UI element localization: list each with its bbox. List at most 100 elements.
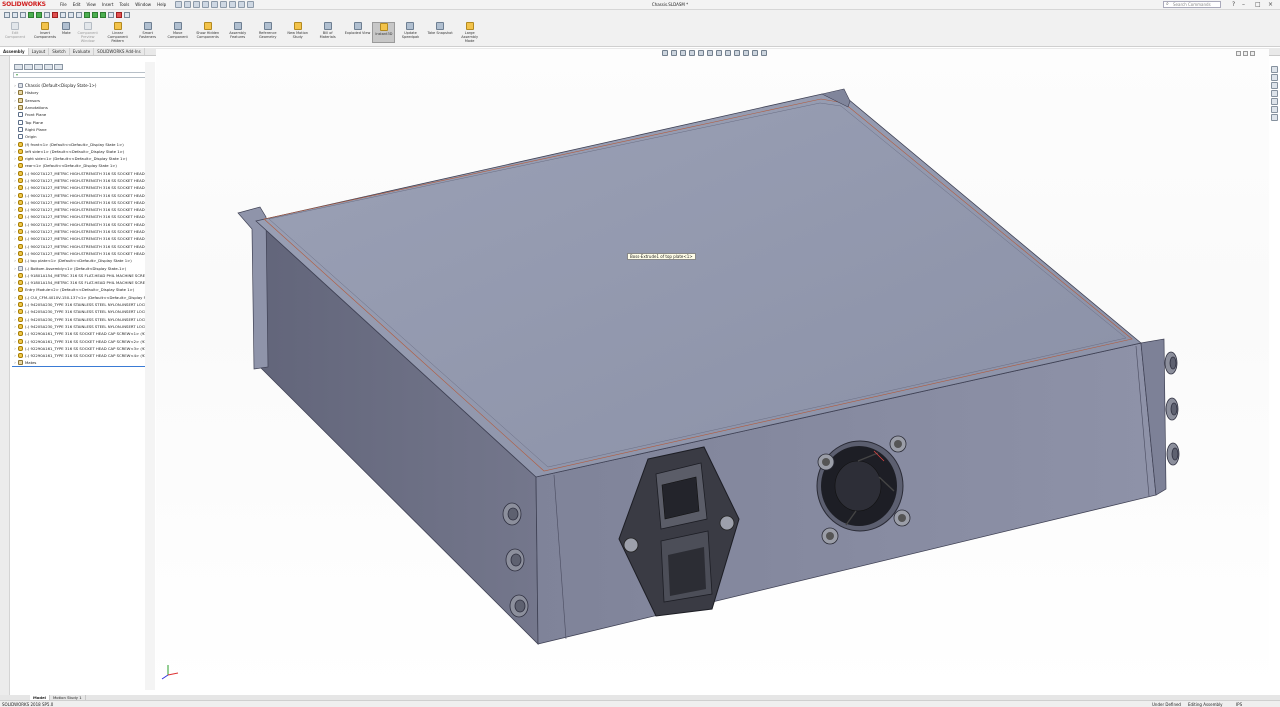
view-settings-icon[interactable] (752, 50, 758, 56)
dynamic-annotation-icon[interactable] (698, 50, 704, 56)
tree-item[interactable]: › (-) 90027A127_METRIC HIGH-STRENGTH 316 … (12, 235, 154, 242)
tree-item[interactable]: › (-) 90027A127_METRIC HIGH-STRENGTH 316 … (12, 243, 154, 250)
design-library-icon[interactable] (1271, 74, 1278, 81)
maximize-icon[interactable]: □ (1255, 1, 1261, 8)
tab-evaluate[interactable]: Evaluate (70, 48, 95, 55)
tool-icon[interactable] (92, 12, 98, 18)
appearances-icon[interactable] (1271, 98, 1278, 105)
edit-appearance-icon[interactable] (734, 50, 740, 56)
tree-item[interactable]: › right side<1> (Default<<Default>_Displa… (12, 155, 154, 162)
graphics-area[interactable] (156, 49, 1269, 695)
new-motion-study-button[interactable]: New Motion Study (283, 22, 313, 43)
tree-item[interactable]: › (-) 90027A127_METRIC HIGH-STRENGTH 316 … (12, 221, 154, 228)
hide-show-items-icon[interactable] (725, 50, 731, 56)
tree-item[interactable]: › (-) 91801A154_METRIC 316 SS FLAT-HEAD P… (12, 272, 154, 279)
tree-item[interactable]: › (-) CUI_CFM-4010V-150-137<1> (Default<<… (12, 294, 154, 301)
tree-item[interactable]: › History (12, 89, 154, 96)
save-icon[interactable] (202, 1, 209, 8)
solidworks-forum-icon[interactable] (1271, 114, 1278, 121)
menu-item-help[interactable]: Help (157, 2, 166, 7)
new-document-icon[interactable] (184, 1, 191, 8)
tree-item[interactable]: › Sensors (12, 97, 154, 104)
tree-item[interactable]: › (-) 94205A230_TYPE 316 STAINLESS STEEL … (12, 316, 154, 323)
property-manager-tab-icon[interactable] (24, 64, 33, 70)
view-orientation-icon[interactable] (707, 50, 713, 56)
configuration-manager-tab-icon[interactable] (34, 64, 43, 70)
tool-icon[interactable] (20, 12, 26, 18)
tab-assembly[interactable]: Assembly (0, 48, 29, 55)
tool-icon[interactable] (12, 12, 18, 18)
tool-icon[interactable] (84, 12, 90, 18)
rebuild-icon[interactable] (238, 1, 245, 8)
exploded-view-button[interactable]: Exploded View (343, 22, 373, 43)
tree-item[interactable]: Origin (12, 133, 154, 140)
take-snapshot-button[interactable]: Take Snapshot (425, 22, 454, 43)
linear-component-pattern-button[interactable]: Linear Component Pattern (103, 22, 133, 43)
viewport-restore-icon[interactable] (1236, 51, 1241, 56)
tree-item[interactable]: › rear<1> (Default<<Default>_Display Stat… (12, 162, 154, 169)
tree-item[interactable]: › (-) 90027A127_METRIC HIGH-STRENGTH 316 … (12, 199, 154, 206)
tree-item[interactable]: › (-) 92290A161_TYPE 316 SS SOCKET HEAD C… (12, 337, 154, 344)
tree-item[interactable]: › (-) 90027A127_METRIC HIGH-STRENGTH 316 … (12, 250, 154, 257)
tree-filter-input[interactable]: ▾ (13, 72, 154, 78)
tool-icon[interactable] (68, 12, 74, 18)
smart-fasteners-button[interactable]: Smart Fasteners (133, 22, 163, 43)
tree-item[interactable]: › (-) 90027A127_METRIC HIGH-STRENGTH 316 … (12, 206, 154, 213)
tree-item[interactable]: › Chassis (Default<Display State-1>) (12, 82, 154, 89)
solidworks-resources-icon[interactable] (1271, 66, 1278, 73)
options-icon[interactable] (247, 1, 254, 8)
update-speedpak-button[interactable]: Update Speedpak (395, 22, 425, 43)
home-icon[interactable] (175, 1, 182, 8)
section-view-icon[interactable] (689, 50, 695, 56)
menu-item-file[interactable]: File (60, 2, 67, 7)
tool-icon[interactable] (4, 12, 10, 18)
custom-properties-icon[interactable] (1271, 106, 1278, 113)
tree-item[interactable]: › (-) 94205A230_TYPE 316 STAINLESS STEEL … (12, 308, 154, 315)
previous-view-icon[interactable] (680, 50, 686, 56)
menu-item-window[interactable]: Window (135, 2, 151, 7)
tree-item[interactable]: › (-) 90027A127_METRIC HIGH-STRENGTH 316 … (12, 191, 154, 198)
tree-item[interactable]: › (f) front<1> (Default<<Default>_Display… (12, 140, 154, 147)
menu-item-insert[interactable]: Insert (102, 2, 113, 7)
tree-item[interactable]: › (-) 90027A127_METRIC HIGH-STRENGTH 316 … (12, 228, 154, 235)
tool-icon[interactable] (36, 12, 42, 18)
tab-solidworks-add-ins[interactable]: SOLIDWORKS Add-Ins (94, 48, 145, 55)
tree-item[interactable]: › (-) 90027A127_METRIC HIGH-STRENGTH 316 … (12, 170, 154, 177)
feature-tree-tab-icon[interactable] (14, 64, 23, 70)
edit-component-button[interactable]: Edit Component (0, 22, 30, 43)
tool-icon[interactable] (108, 12, 114, 18)
tool-icon[interactable] (100, 12, 106, 18)
select-icon[interactable] (229, 1, 236, 8)
reference-geometry-button[interactable]: Reference Geometry (253, 22, 283, 43)
tree-item[interactable]: › (-) 92290A161_TYPE 316 SS SOCKET HEAD C… (12, 352, 154, 359)
move-component-button[interactable]: Move Component (163, 22, 193, 43)
tree-item[interactable]: Top Plane (12, 118, 154, 125)
status-units[interactable]: IPS (1236, 702, 1242, 707)
tree-item[interactable]: › Entry Module<2> (Default<<Default>_Disp… (12, 286, 154, 293)
right-connectors[interactable] (1164, 351, 1180, 466)
assembly-features-button[interactable]: Assembly Features (223, 22, 253, 43)
tree-item[interactable]: Right Plane (12, 126, 154, 133)
panel-splitter[interactable] (145, 62, 155, 690)
close-icon[interactable]: × (1268, 1, 1273, 8)
viewport-tile-icon[interactable] (1243, 51, 1248, 56)
tool-icon[interactable] (28, 12, 34, 18)
tree-item[interactable]: › (-) Bottom Assembly<1> (Default<Display… (12, 264, 154, 271)
insert-components-button[interactable]: Insert Components (30, 22, 60, 43)
large-assembly-mode-button[interactable]: Large Assembly Mode (455, 22, 485, 43)
tree-item[interactable]: › (-) top plate<1> (Default<<Default>_Dis… (12, 257, 154, 264)
tool-icon[interactable] (116, 12, 122, 18)
tree-item[interactable]: Front Plane (12, 111, 154, 118)
tab-sketch[interactable]: Sketch (49, 48, 70, 55)
tree-item[interactable]: › (-) 92290A161_TYPE 316 SS SOCKET HEAD C… (12, 330, 154, 337)
menu-item-edit[interactable]: Edit (73, 2, 81, 7)
component-preview-window-button[interactable]: Component Preview Window (73, 22, 103, 43)
tool-icon[interactable] (124, 12, 130, 18)
instant3d-button[interactable]: Instant3D (372, 22, 396, 43)
help-icon[interactable]: ? (1232, 1, 1235, 8)
display-manager-tab-icon[interactable] (54, 64, 63, 70)
view-palette-icon[interactable] (1271, 90, 1278, 97)
tree-item[interactable]: › (-) 90027A127_METRIC HIGH-STRENGTH 316 … (12, 177, 154, 184)
display-monitor-icon[interactable] (761, 50, 767, 56)
apply-scene-icon[interactable] (743, 50, 749, 56)
